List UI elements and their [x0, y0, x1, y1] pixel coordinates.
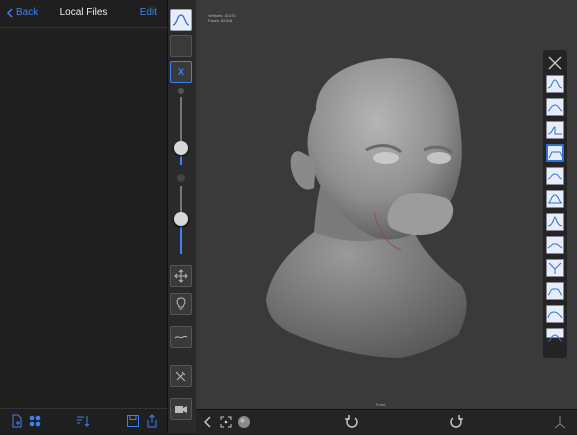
brush-crease-button[interactable] [546, 121, 564, 139]
redo-button[interactable] [448, 414, 464, 430]
brush-move-button[interactable] [546, 282, 564, 300]
matcap-sphere-icon [238, 416, 250, 428]
frame-button[interactable] [218, 414, 234, 430]
matcap-button[interactable] [236, 414, 252, 430]
sort-icon[interactable] [76, 414, 90, 428]
sculpt-viewport[interactable]: Vertices: 41372 Faces: 82416 Front [196, 0, 577, 409]
lightbulb-icon [176, 297, 186, 310]
wrench-icon [175, 371, 186, 382]
brush-pinch-icon [547, 216, 563, 227]
redo-icon [450, 415, 463, 428]
close-palette-icon[interactable] [547, 55, 563, 71]
strength-slider-knob[interactable] [174, 212, 188, 226]
brush-move-icon [547, 288, 563, 296]
brush-standard-button[interactable] [546, 75, 564, 93]
frame-icon [220, 416, 232, 428]
lighting-button[interactable] [170, 293, 192, 315]
brush-layer-button[interactable] [546, 190, 564, 208]
brush-inflate-icon [547, 173, 563, 180]
brush-scrape-icon [548, 262, 562, 274]
file-browser-header: Back Local Files Edit [0, 0, 167, 28]
strength-icon [177, 174, 185, 182]
brush-palette [543, 50, 567, 358]
share-icon[interactable] [145, 414, 159, 428]
record-button[interactable] [170, 398, 192, 420]
move-arrows-icon [174, 269, 188, 283]
stroke-button[interactable] [170, 326, 192, 348]
sculpt-toolbar: X [167, 0, 197, 433]
symmetry-label: X [177, 67, 184, 77]
undo-button[interactable] [344, 414, 360, 430]
radius-slider-knob[interactable] [174, 141, 188, 155]
brush-drag-icon [547, 311, 563, 319]
brush-scrape-button[interactable] [546, 259, 564, 277]
grid-view-icon[interactable] [28, 414, 42, 428]
brush-smooth-icon [547, 243, 563, 249]
sculpted-head-model [266, 58, 467, 358]
symmetry-button[interactable]: X [170, 61, 192, 83]
topology-button[interactable] [170, 365, 192, 387]
wave-icon [174, 335, 188, 339]
view-label: Front [376, 402, 386, 407]
new-file-icon[interactable] [10, 414, 24, 428]
brush-crease-icon [547, 126, 562, 135]
brush-layer-icon [547, 194, 563, 204]
file-browser-toolbar [0, 408, 167, 433]
file-browser-panel: Back Local Files Edit [0, 0, 167, 433]
brush-pinch-button[interactable] [546, 213, 564, 231]
edit-button[interactable]: Edit [140, 7, 157, 18]
gizmo-axes-icon [554, 416, 566, 429]
bottom-action-bar [196, 409, 577, 434]
brush-mask-icon [547, 334, 563, 342]
chevron-left-icon [204, 416, 211, 428]
collapse-panel-button[interactable] [200, 414, 216, 430]
brush-clay-button[interactable] [546, 98, 564, 116]
brush-drag-button[interactable] [546, 305, 564, 323]
brush-standard-icon [547, 79, 563, 89]
transform-gizmo-button[interactable] [552, 414, 568, 430]
brush-clay-icon [547, 104, 563, 112]
brush-mask-button[interactable] [546, 328, 564, 342]
brush-flatten-icon [548, 151, 564, 159]
brush-smooth-button[interactable] [546, 236, 564, 254]
brush-flatten-button[interactable] [546, 144, 564, 162]
brush-standard-icon [172, 14, 190, 26]
move-tool-button[interactable] [170, 265, 192, 287]
material-button[interactable] [170, 35, 192, 57]
radius-small-icon [178, 88, 184, 94]
save-icon[interactable] [126, 414, 140, 428]
current-brush-button[interactable] [170, 9, 192, 31]
brush-inflate-button[interactable] [546, 167, 564, 185]
video-camera-icon [175, 406, 187, 413]
undo-icon [345, 415, 358, 428]
